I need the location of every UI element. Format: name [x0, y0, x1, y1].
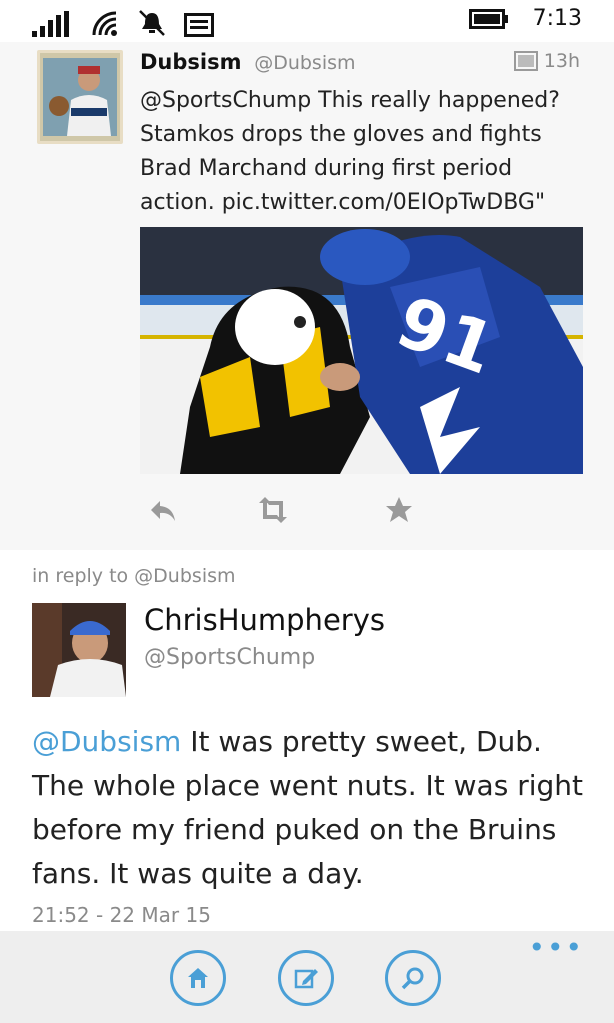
wifi-icon — [92, 11, 117, 36]
status-time: 7:13 — [532, 6, 582, 31]
search-icon — [401, 967, 424, 990]
quoted-tweet-image[interactable]: 91 — [140, 227, 583, 474]
search-button[interactable] — [385, 950, 441, 1006]
quoted-tweet-timestamp: 13h — [513, 50, 580, 72]
reply-author-handle[interactable]: @SportsChump — [144, 645, 315, 670]
status-bar: 7:13 — [0, 0, 614, 42]
retweet-icon[interactable] — [255, 495, 291, 529]
reply-author-avatar[interactable] — [32, 603, 126, 697]
quoted-tweet-time: 13h — [543, 50, 580, 72]
battery-icon — [468, 8, 508, 29]
status-icons-left — [32, 9, 214, 37]
media-attachment-icon — [513, 51, 538, 71]
quoted-tweet-text: @SportsChump This really happened? Stamk… — [140, 88, 560, 215]
reply-timestamp: 21:52 - 22 Mar 15 — [32, 903, 211, 927]
quoted-tweet-header: Dubsism @Dubsism 13h — [140, 50, 580, 80]
app-bar: ••• — [0, 931, 614, 1023]
quoted-tweet-author-name[interactable]: Dubsism — [140, 50, 242, 74]
home-button[interactable] — [170, 950, 226, 1006]
home-icon — [188, 968, 208, 988]
compose-icon — [294, 969, 318, 989]
quoted-tweet-author-handle[interactable]: @Dubsism — [254, 52, 355, 74]
more-options-button[interactable]: ••• — [528, 934, 584, 962]
quoted-tweet-actions — [140, 495, 583, 531]
quiet-hours-bell-icon — [139, 10, 165, 36]
reply-tweet-text: @Dubsism It was pretty sweet, Dub. The w… — [32, 720, 592, 896]
in-reply-to-label[interactable]: in reply to @Dubsism — [32, 565, 236, 587]
compose-button[interactable] — [278, 950, 334, 1006]
message-notification-icon — [184, 13, 214, 37]
favorite-icon[interactable] — [384, 495, 414, 529]
reply-author-name[interactable]: ChrisHumpherys — [144, 603, 385, 637]
quoted-tweet-avatar[interactable] — [37, 50, 123, 144]
reply-mention-link[interactable]: @Dubsism — [32, 725, 181, 758]
reply-icon[interactable] — [148, 495, 178, 529]
signal-strength-icon — [32, 11, 69, 37]
status-icons-right: 7:13 — [468, 6, 582, 31]
